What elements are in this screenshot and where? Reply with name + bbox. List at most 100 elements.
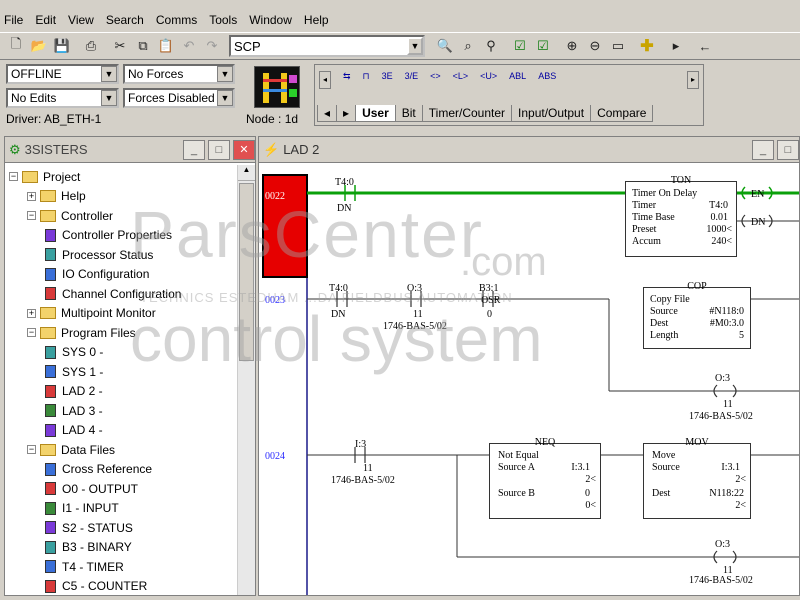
play-icon[interactable]: ▸ bbox=[666, 36, 686, 56]
close-icon[interactable]: ✕ bbox=[233, 139, 255, 160]
xic-icon[interactable]: 3E bbox=[382, 71, 393, 82]
maximize-icon[interactable]: □ bbox=[777, 139, 799, 160]
otl-icon[interactable]: <L> bbox=[453, 71, 469, 82]
minimize-icon[interactable]: _ bbox=[752, 139, 774, 160]
menu-view[interactable]: View bbox=[68, 13, 94, 27]
undo-icon[interactable]: ↶ bbox=[179, 36, 199, 56]
expand-icon[interactable]: + bbox=[27, 308, 36, 318]
collapse-icon[interactable]: − bbox=[9, 172, 18, 182]
tree-item[interactable]: Processor Status bbox=[9, 245, 237, 265]
mode-combo[interactable]: OFFLINE ▼ bbox=[6, 64, 119, 84]
xio-icon[interactable]: 3/E bbox=[405, 71, 419, 82]
save-icon[interactable]: 💾 bbox=[52, 36, 72, 56]
collapse-icon[interactable]: − bbox=[27, 211, 36, 221]
tree-item[interactable]: LAD 3 - bbox=[9, 401, 237, 421]
tree-item[interactable]: O0 - OUTPUT bbox=[9, 479, 237, 499]
branch-icon[interactable]: ⇆ bbox=[343, 71, 351, 82]
cut-icon[interactable]: ✂ bbox=[110, 36, 130, 56]
menu-comms[interactable]: Comms bbox=[156, 13, 197, 27]
tree-item[interactable]: + Help bbox=[9, 187, 237, 207]
tree-item[interactable]: LAD 4 - bbox=[9, 421, 237, 441]
rung-number-23[interactable]: 0023 bbox=[265, 295, 285, 306]
paste-icon[interactable]: 📋 bbox=[156, 36, 176, 56]
rung-number-22[interactable]: 0022 bbox=[265, 191, 285, 202]
minimize-icon[interactable]: _ bbox=[183, 139, 205, 160]
tab-bit[interactable]: Bit bbox=[394, 105, 423, 122]
mov-instruction[interactable]: MOV Move Source I:3.1 2< Dest N118:22 2< bbox=[643, 437, 751, 519]
back-arrow-icon[interactable]: ← bbox=[695, 36, 715, 56]
tree-item[interactable]: Controller Properties bbox=[9, 226, 237, 246]
collapse-icon[interactable]: − bbox=[27, 445, 36, 455]
menu-search[interactable]: Search bbox=[106, 13, 144, 27]
scroll-up-icon[interactable]: ▲ bbox=[238, 165, 255, 181]
tab-user[interactable]: User bbox=[355, 105, 396, 122]
tree-item[interactable]: SYS 0 - bbox=[9, 343, 237, 363]
verify-file-icon[interactable]: ☑ bbox=[510, 36, 530, 56]
tree-item[interactable]: IO Configuration bbox=[9, 265, 237, 285]
tab-timer-counter[interactable]: Timer/Counter bbox=[421, 105, 513, 122]
collapse-icon[interactable]: − bbox=[27, 328, 36, 338]
window-icon[interactable]: ▭ bbox=[608, 36, 628, 56]
tab-next[interactable]: ▸ bbox=[336, 105, 357, 122]
forces-combo[interactable]: No Forces ▼ bbox=[123, 64, 235, 84]
otu-icon[interactable]: <U> bbox=[480, 71, 497, 82]
file-icon bbox=[45, 462, 56, 476]
print-icon[interactable]: ⎙ bbox=[81, 36, 101, 56]
tree-item[interactable]: − Program Files bbox=[9, 323, 237, 343]
tree-item[interactable]: B3 - BINARY bbox=[9, 538, 237, 558]
tree-item[interactable]: − Controller bbox=[9, 206, 237, 226]
ote-icon[interactable]: <> bbox=[430, 71, 441, 82]
tree-item[interactable]: LAD 2 - bbox=[9, 382, 237, 402]
tree-scrollbar[interactable]: ▲ bbox=[237, 165, 255, 595]
tree-item[interactable]: S2 - STATUS bbox=[9, 518, 237, 538]
menu-tools[interactable]: Tools bbox=[209, 13, 237, 27]
tree-item[interactable]: Cross Reference bbox=[9, 460, 237, 480]
menu-help[interactable]: Help bbox=[304, 13, 329, 27]
zoom-out-icon[interactable]: ⊖ bbox=[585, 36, 605, 56]
find-icon[interactable]: 🔍 bbox=[435, 36, 455, 56]
chevron-down-icon[interactable]: ▼ bbox=[217, 90, 233, 106]
cop-instruction[interactable]: COP Copy File Source #N118:0 Dest #M0:3.… bbox=[643, 281, 751, 349]
chevron-down-icon[interactable]: ▼ bbox=[101, 90, 117, 106]
abl-icon[interactable]: ABL bbox=[509, 71, 526, 82]
tree-item[interactable]: T4 - TIMER bbox=[9, 557, 237, 577]
chevron-down-icon[interactable]: ▼ bbox=[407, 37, 423, 55]
redo-icon[interactable]: ↷ bbox=[202, 36, 222, 56]
tab-compare[interactable]: Compare bbox=[590, 105, 654, 122]
tree-item[interactable]: C5 - COUNTER bbox=[9, 577, 237, 597]
tree-item[interactable]: I1 - INPUT bbox=[9, 499, 237, 519]
menu-file[interactable]: File bbox=[4, 13, 23, 27]
find-next-icon[interactable]: ⌕ bbox=[458, 36, 478, 56]
binoculars-icon[interactable]: ⚲ bbox=[481, 36, 501, 56]
scroll-right-icon[interactable]: ▸ bbox=[687, 71, 699, 89]
verify-project-icon[interactable]: ☑ bbox=[533, 36, 553, 56]
tree-item[interactable]: − Project bbox=[9, 167, 237, 187]
new-file-icon[interactable]: 🗋 bbox=[6, 36, 26, 56]
tree-item[interactable]: + Multipoint Monitor bbox=[9, 304, 237, 324]
add-rung-icon[interactable]: ✚ bbox=[637, 36, 657, 56]
neq-instruction[interactable]: NEQ Not Equal Source A I:3.1 2< Source B… bbox=[489, 437, 601, 519]
menu-edit[interactable]: Edit bbox=[35, 13, 56, 27]
chevron-down-icon[interactable]: ▼ bbox=[101, 66, 117, 82]
forces-state-combo[interactable]: Forces Disabled ▼ bbox=[123, 88, 235, 108]
rung-icon[interactable]: ⊓ bbox=[363, 71, 370, 82]
scroll-left-icon[interactable]: ◂ bbox=[319, 71, 331, 89]
scrollbar-thumb[interactable] bbox=[239, 183, 254, 361]
abs-icon[interactable]: ABS bbox=[538, 71, 556, 82]
tree-item[interactable]: − Data Files bbox=[9, 440, 237, 460]
expand-icon[interactable]: + bbox=[27, 191, 36, 201]
copy-icon[interactable]: ⧉ bbox=[133, 36, 153, 56]
maximize-icon[interactable]: □ bbox=[208, 139, 230, 160]
menu-window[interactable]: Window bbox=[249, 13, 292, 27]
chevron-down-icon[interactable]: ▼ bbox=[217, 66, 233, 82]
edits-combo[interactable]: No Edits ▼ bbox=[6, 88, 119, 108]
rung-number-24[interactable]: 0024 bbox=[265, 451, 285, 462]
search-combo[interactable]: SCP ▼ bbox=[229, 35, 425, 57]
tab-input-output[interactable]: Input/Output bbox=[511, 105, 592, 122]
zoom-in-icon[interactable]: ⊕ bbox=[562, 36, 582, 56]
tree-item[interactable]: SYS 1 - bbox=[9, 362, 237, 382]
ton-instruction[interactable]: TON Timer On Delay Timer T4:0 Time Base … bbox=[625, 175, 737, 257]
tab-prev[interactable]: ◂ bbox=[317, 105, 338, 122]
tree-item[interactable]: Channel Configuration bbox=[9, 284, 237, 304]
open-folder-icon[interactable]: 📂 bbox=[29, 36, 49, 56]
